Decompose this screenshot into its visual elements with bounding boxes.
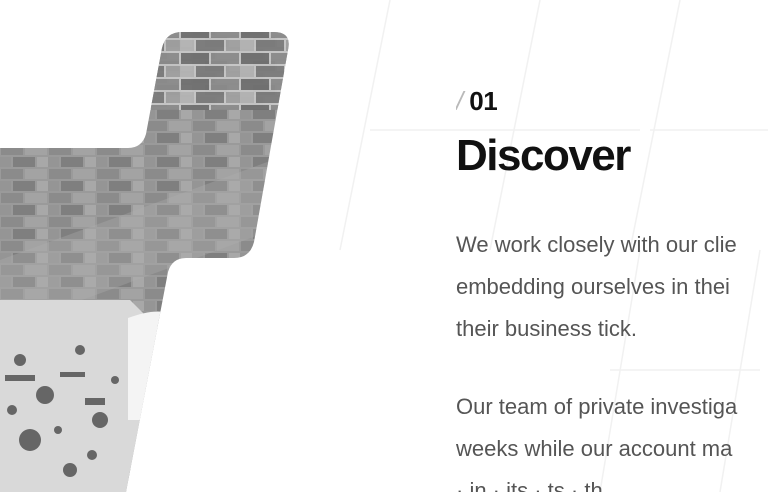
discover-section: / 01 Discover We work closely with our c… xyxy=(456,84,768,492)
section-title: Discover xyxy=(456,131,631,180)
brick-wall-image xyxy=(0,32,289,492)
paragraph-1: We work closely with our clie embedding … xyxy=(456,224,768,350)
paragraph-line: weeks while our account ma xyxy=(456,436,733,461)
step-slash: / xyxy=(456,86,464,116)
step-label: / 01 xyxy=(456,84,768,118)
paragraph-line: We work closely with our clie xyxy=(456,232,737,257)
page: / 01 Discover We work closely with our c… xyxy=(0,0,768,492)
paragraph-line: embedding ourselves in thei xyxy=(456,274,730,299)
paragraph-2: Our team of private investiga weeks whil… xyxy=(456,386,768,492)
paragraph-line: Our team of private investiga xyxy=(456,394,738,419)
paragraph-line: · in · its · ts · th xyxy=(456,478,603,492)
paragraph-line: their business tick. xyxy=(456,316,637,341)
step-number: 01 xyxy=(469,86,498,116)
